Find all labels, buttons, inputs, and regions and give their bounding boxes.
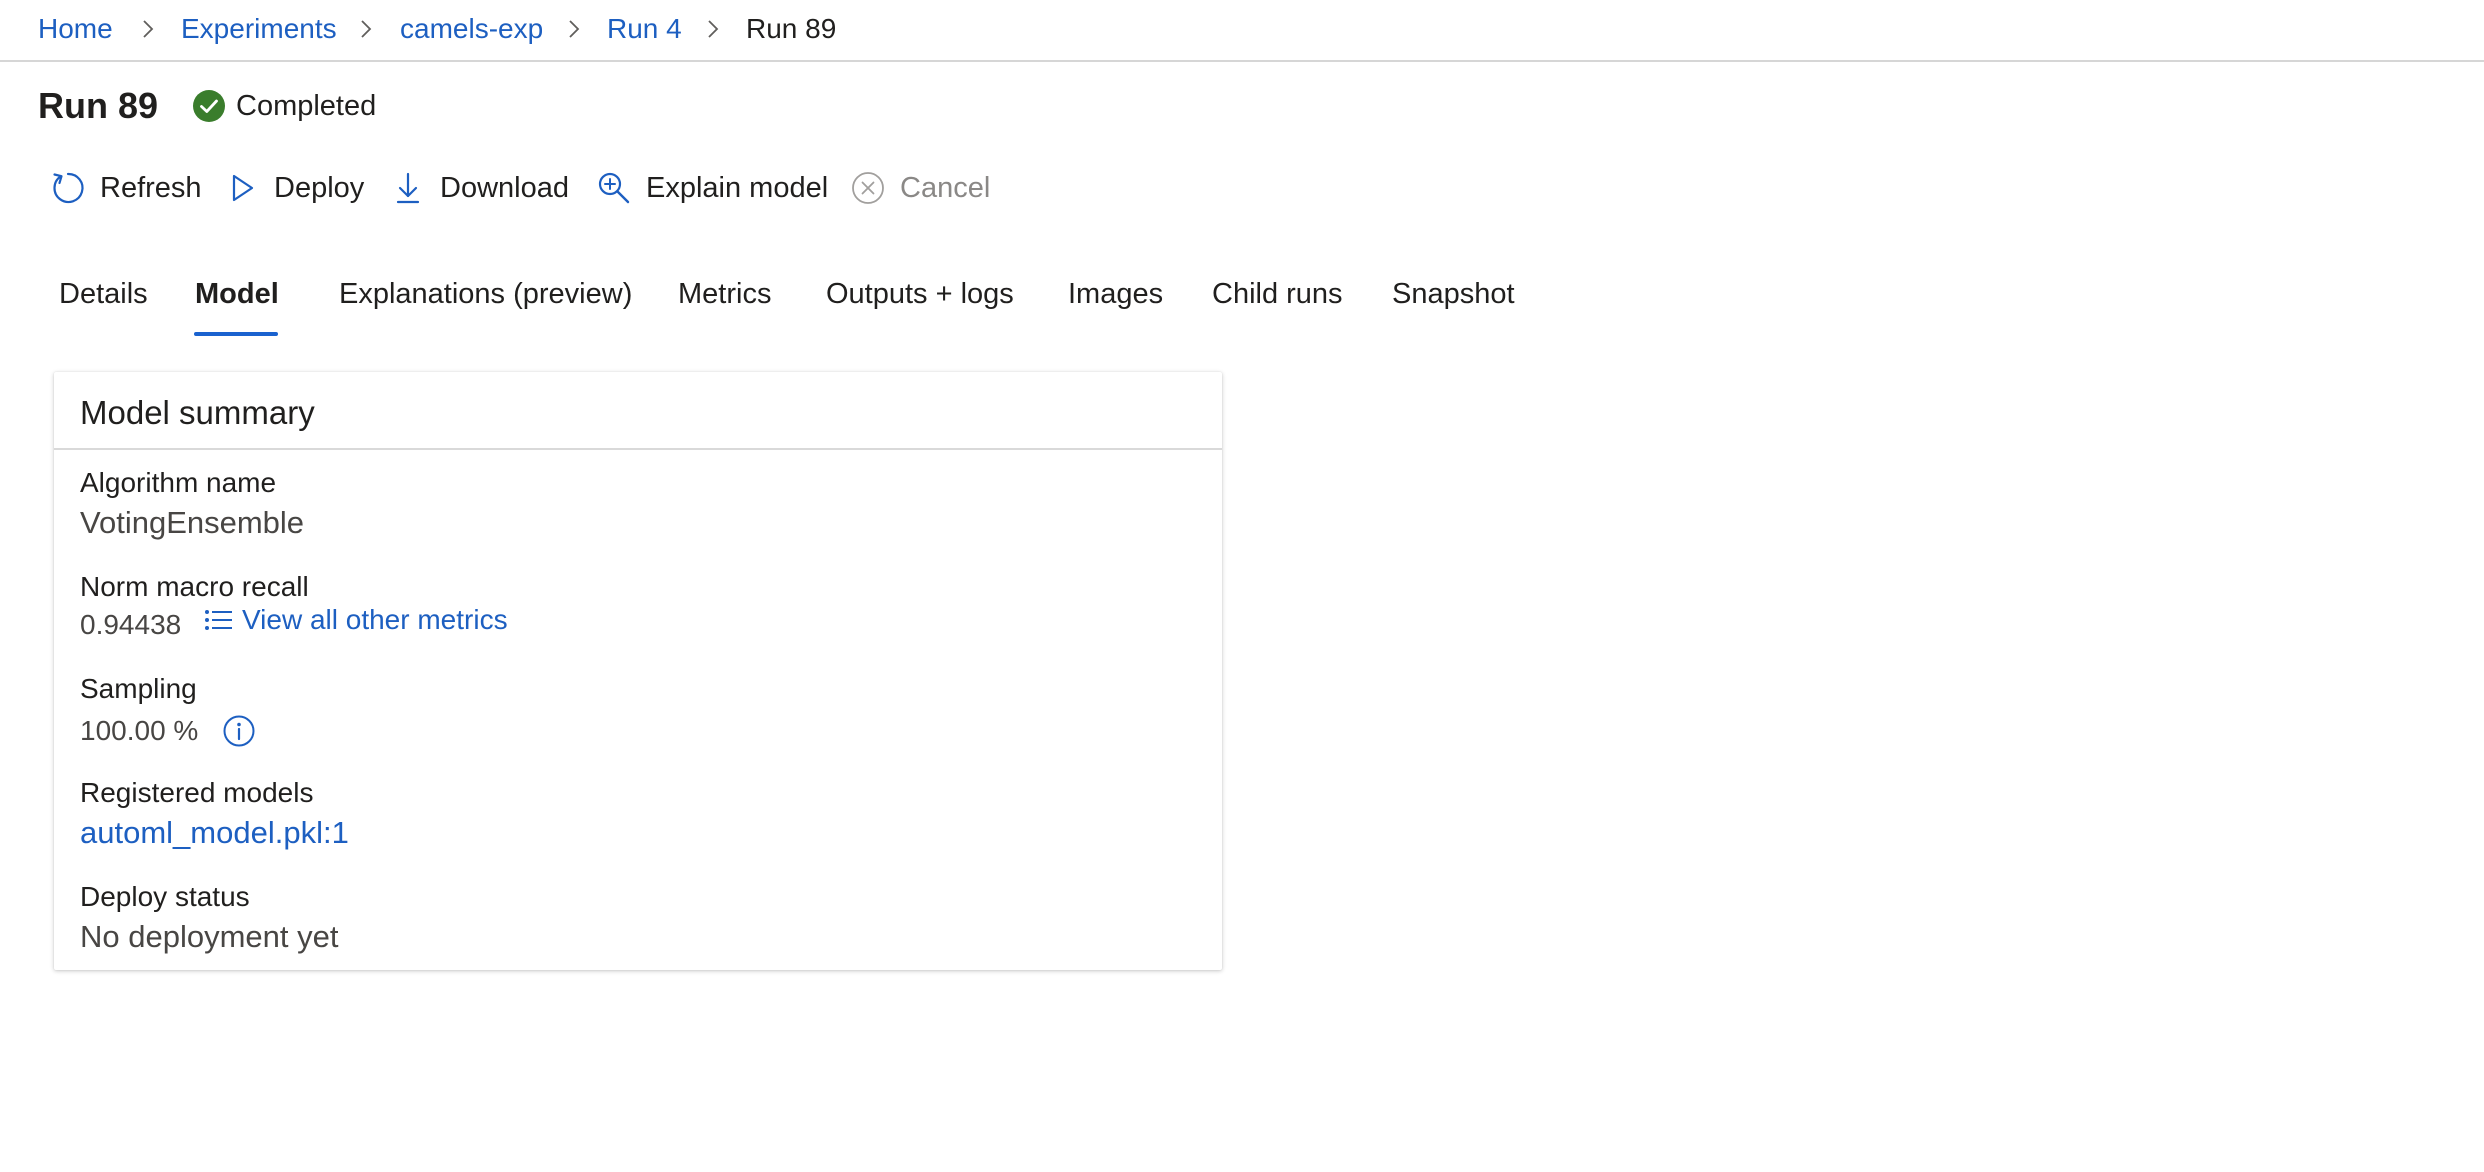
info-icon[interactable]: [222, 714, 256, 748]
tab-explanations[interactable]: Explanations (preview): [339, 276, 632, 312]
explain-model-label: Explain model: [646, 171, 829, 204]
sampling-label: Sampling: [80, 673, 197, 704]
tab-model[interactable]: Model: [195, 276, 279, 312]
tab-metrics[interactable]: Metrics: [678, 276, 771, 312]
tab-child-runs[interactable]: Child runs: [1212, 276, 1343, 312]
cancel-button[interactable]: Cancel: [850, 166, 990, 210]
deploy-label: Deploy: [274, 171, 365, 204]
cancel-label: Cancel: [900, 171, 991, 204]
play-icon: [232, 174, 254, 202]
breadcrumb: Home Experiments camels-exp Run 4 Run 89: [0, 0, 2484, 62]
check-circle-icon: [193, 90, 225, 122]
chevron-right-icon: [561, 16, 587, 42]
tab-snapshot[interactable]: Snapshot: [1392, 276, 1515, 312]
deploy-button[interactable]: Deploy: [224, 166, 364, 210]
download-icon: [396, 172, 420, 204]
status-text: Completed: [236, 89, 377, 122]
breadcrumb-experiment-name[interactable]: camels-exp: [400, 12, 543, 46]
download-button[interactable]: Download: [390, 166, 569, 210]
deploy-status-label: Deploy status: [80, 881, 250, 912]
breadcrumb-current: Run 89: [746, 13, 837, 44]
cancel-circle-icon: [852, 172, 884, 204]
tab-details[interactable]: Details: [59, 276, 148, 312]
chevron-right-icon: [353, 16, 379, 42]
view-all-metrics-label: View all other metrics: [242, 604, 508, 635]
bulleted-list-icon: [205, 610, 232, 630]
tab-outputs-logs[interactable]: Outputs + logs: [826, 276, 1014, 312]
status-badge: Completed: [192, 88, 376, 124]
explain-model-button[interactable]: Explain model: [596, 166, 828, 210]
refresh-icon: [53, 172, 84, 204]
recall-value: 0.94438: [80, 609, 182, 640]
registered-models-label: Registered models: [80, 777, 314, 808]
chevron-right-icon: [700, 16, 726, 42]
algorithm-name-value: VotingEnsemble: [80, 505, 305, 540]
download-label: Download: [440, 171, 569, 204]
view-all-metrics-link[interactable]: View all other metrics: [204, 604, 508, 636]
refresh-button[interactable]: Refresh: [50, 166, 202, 210]
breadcrumb-home[interactable]: Home: [38, 12, 113, 46]
deploy-status-value: No deployment yet: [80, 919, 339, 954]
zoom-in-icon: [598, 172, 630, 204]
card-title: Model summary: [80, 394, 315, 431]
chevron-right-icon: [135, 16, 161, 42]
recall-label: Norm macro recall: [80, 571, 309, 602]
card-divider: [54, 448, 1222, 450]
sampling-value: 100.00 %: [80, 715, 199, 746]
breadcrumb-parent-run[interactable]: Run 4: [607, 12, 682, 46]
tab-images[interactable]: Images: [1068, 276, 1163, 312]
model-summary-card: Model summary Algorithm name VotingEnsem…: [54, 372, 1222, 970]
breadcrumb-experiments[interactable]: Experiments: [181, 12, 337, 46]
registered-model-link[interactable]: automl_model.pkl:1: [80, 814, 349, 852]
page-title: Run 89: [38, 85, 159, 126]
refresh-label: Refresh: [100, 171, 202, 204]
active-tab-indicator: [194, 332, 278, 336]
algorithm-name-label: Algorithm name: [80, 467, 277, 498]
